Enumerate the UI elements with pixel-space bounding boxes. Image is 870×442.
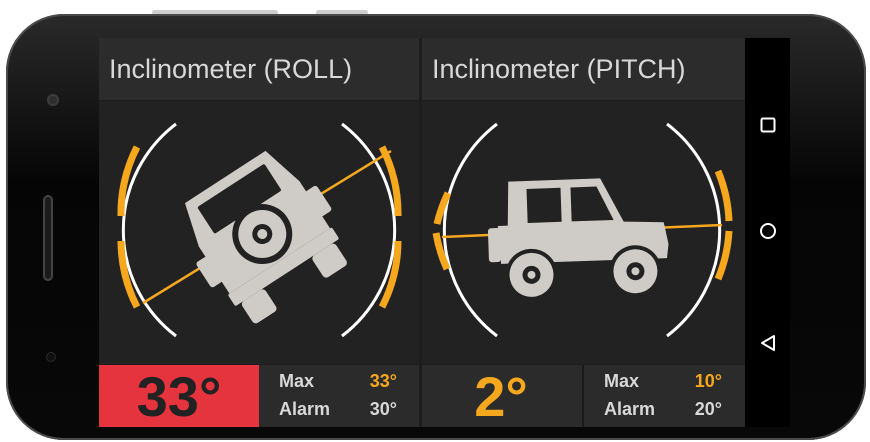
jeep-side-icon (487, 178, 669, 301)
app-screen: Inclinometer (ROLL) Inclinometer (PITCH) (99, 38, 745, 428)
pitch-gauge-graphic (432, 122, 733, 338)
roll-left-scale-upper (117, 145, 141, 217)
pitch-alarm-label: Alarm (604, 399, 656, 419)
roll-value: 33° (99, 365, 259, 428)
roll-alarm-label: Alarm (279, 399, 331, 419)
back-triangle-icon (760, 335, 775, 351)
pitch-gauge[interactable] (422, 101, 745, 364)
roll-gauge[interactable] (99, 101, 419, 364)
roll-max-value: 33° (369, 371, 397, 391)
pitch-alarm-value: 20° (694, 399, 722, 419)
recents-button[interactable] (745, 110, 790, 140)
roll-max-label: Max (279, 371, 315, 391)
pitch-panel-title: Inclinometer (PITCH) (422, 38, 745, 100)
roll-alarm-value: 30° (369, 399, 397, 419)
pitch-max-label: Max (604, 371, 640, 391)
roll-title-text: Inclinometer (ROLL) (109, 54, 353, 84)
home-button[interactable] (745, 216, 790, 246)
roll-gauge-graphic (117, 122, 402, 338)
recents-square-icon (760, 117, 775, 133)
pitch-stats: Max 10° Alarm 20° (584, 365, 745, 427)
speaker-grille (43, 195, 53, 281)
pitch-right-arc (666, 122, 722, 338)
pitch-value: 2° (474, 364, 528, 428)
android-nav-bar (745, 38, 790, 427)
pitch-title-text: Inclinometer (PITCH) (432, 54, 686, 84)
roll-panel-title: Inclinometer (ROLL) (99, 38, 419, 100)
pitch-max-value: 10° (694, 371, 722, 391)
pitch-readout: 2° Max 10° Alarm 20° (422, 364, 745, 428)
roll-stats: Max 33° Alarm 30° (259, 365, 419, 427)
jeep-rear-icon (184, 150, 347, 324)
camera-icon (47, 94, 59, 106)
sensor-dot (46, 352, 56, 362)
back-button[interactable] (745, 328, 790, 358)
roll-left-scale-lower (117, 240, 141, 309)
home-circle-icon (759, 223, 776, 239)
roll-right-scale-lower (378, 240, 402, 309)
roll-readout: 33° Max 33° Alarm 30° (99, 365, 419, 428)
